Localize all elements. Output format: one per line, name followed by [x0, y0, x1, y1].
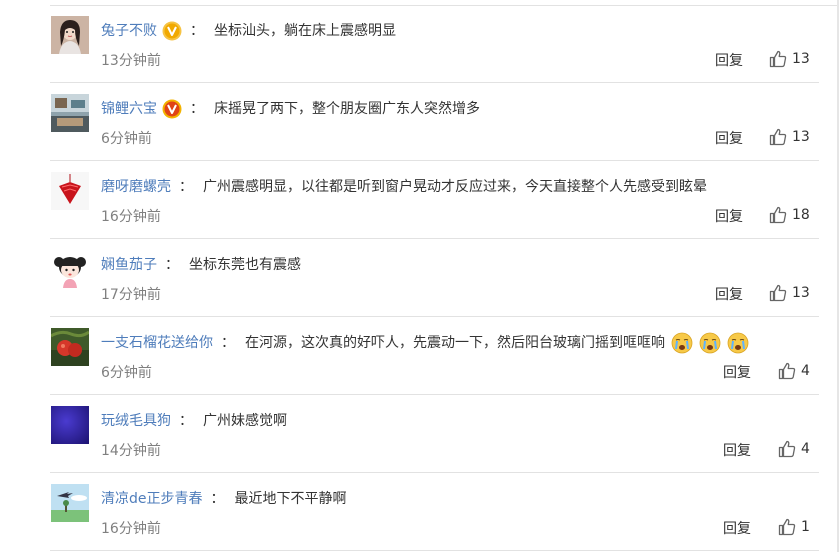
colon-separator: ：	[179, 413, 193, 429]
like-button[interactable]: 1	[778, 518, 810, 536]
colon-separator: ：	[190, 23, 204, 39]
like-button[interactable]: 4	[778, 362, 810, 380]
reply-button[interactable]: 回复	[723, 519, 751, 539]
verified-badge-icon[interactable]	[162, 99, 182, 119]
reply-button[interactable]: 回复	[723, 363, 751, 383]
like-button[interactable]: 13	[769, 50, 810, 68]
username-link[interactable]: 锦鲤六宝	[101, 98, 157, 120]
comment-line: 磨呀磨螺壳 ： 广州震感明显，以往都是听到窗户晃动才反应过来，今天直接整个人先感…	[101, 176, 707, 198]
crying-emoji-icon	[671, 332, 693, 354]
timestamp: 17分钟前	[101, 287, 161, 303]
reply-button[interactable]: 回复	[715, 207, 743, 227]
comment-line: 锦鲤六宝 ： 床摇晃了两下，整个朋友圈广东人突然增多	[101, 98, 480, 120]
colon-separator: ：	[210, 491, 225, 507]
timestamp: 14分钟前	[101, 443, 161, 459]
like-button[interactable]: 13	[769, 284, 810, 302]
timestamp: 13分钟前	[101, 53, 161, 69]
like-button[interactable]: 4	[778, 440, 810, 458]
avatar-room-icon[interactable]	[51, 94, 89, 132]
comment-line: 娴鱼茄子 ： 坐标东莞也有震感	[101, 254, 301, 276]
like-count: 4	[801, 363, 810, 379]
like-count: 13	[792, 51, 810, 67]
thumbs-up-icon	[769, 128, 787, 146]
like-count: 13	[792, 129, 810, 145]
comment-item: 玩绒毛具狗 ： 广州妹感觉啊 14分钟前 回复 4	[50, 395, 819, 473]
comment-item: 一支石榴花送给你 ： 在河源，这次真的好吓人，先震动一下，然后阳台玻璃门摇到哐哐…	[50, 317, 819, 395]
comment-item: 磨呀磨螺壳 ： 广州震感明显，以往都是听到窗户晃动才反应过来，今天直接整个人先感…	[50, 161, 819, 239]
avatar-purple-icon[interactable]	[51, 406, 89, 444]
comment-text: 广州震感明显，以往都是听到窗户晃动才反应过来，今天直接整个人先感受到眩晕	[203, 179, 707, 195]
username-link[interactable]: 一支石榴花送给你	[101, 332, 213, 354]
like-button[interactable]: 13	[769, 128, 810, 146]
avatar-sky-plane-icon[interactable]	[51, 484, 89, 522]
like-count: 4	[801, 441, 810, 457]
timestamp: 16分钟前	[101, 521, 161, 537]
comment-text: 最近地下不平静啊	[234, 491, 347, 507]
like-count: 1	[801, 519, 810, 535]
thumbs-up-icon	[778, 440, 796, 458]
comment-text: 广州妹感觉啊	[203, 413, 287, 429]
comment-line: 兔子不败 ： 坐标汕头，躺在床上震感明显	[101, 20, 396, 42]
avatar-red-ornament-icon[interactable]	[51, 172, 89, 210]
comment-item: 清凉de正步青春 ： 最近地下不平静啊 16分钟前 回复 1	[50, 473, 819, 551]
timestamp: 16分钟前	[101, 209, 161, 225]
colon-separator: ：	[190, 101, 204, 117]
thumbs-up-icon	[778, 518, 796, 536]
comment-item: 锦鲤六宝 ： 床摇晃了两下，整个朋友圈广东人突然增多 6分钟前 回复 13	[50, 83, 819, 161]
colon-separator: ：	[179, 179, 193, 195]
reply-button[interactable]: 回复	[715, 51, 743, 71]
colon-separator: ：	[221, 335, 235, 351]
comment-line: 清凉de正步青春 ： 最近地下不平静啊	[101, 488, 347, 510]
timestamp: 6分钟前	[101, 131, 152, 147]
comment-text: 坐标汕头，躺在床上震感明显	[214, 23, 396, 39]
thumbs-up-icon	[769, 206, 787, 224]
like-button[interactable]: 18	[769, 206, 810, 224]
reply-button[interactable]: 回复	[715, 285, 743, 305]
comment-item: 兔子不败 ： 坐标汕头，躺在床上震感明显 13分钟前 回复 13	[50, 5, 819, 83]
crying-emoji-icon	[699, 332, 721, 354]
comment-text: 床摇晃了两下，整个朋友圈广东人突然增多	[214, 101, 480, 117]
reply-button[interactable]: 回复	[723, 441, 751, 461]
timestamp: 6分钟前	[101, 365, 152, 381]
colon-separator: ：	[165, 257, 179, 273]
reply-button[interactable]: 回复	[715, 129, 743, 149]
avatar-girl-icon[interactable]	[51, 16, 89, 54]
comment-line: 玩绒毛具狗 ： 广州妹感觉啊	[101, 410, 287, 432]
like-count: 18	[792, 207, 810, 223]
comment-text: 坐标东莞也有震感	[189, 257, 301, 273]
username-link[interactable]: 兔子不败	[101, 20, 157, 42]
avatar-cartoon-girl-icon[interactable]	[51, 250, 89, 288]
thumbs-up-icon	[769, 284, 787, 302]
avatar-pomegranate-icon[interactable]	[51, 328, 89, 366]
username-link[interactable]: 玩绒毛具狗	[101, 410, 171, 432]
crying-emoji-icon	[727, 332, 749, 354]
like-count: 13	[792, 285, 810, 301]
verified-badge-icon[interactable]	[162, 21, 182, 41]
username-link[interactable]: 娴鱼茄子	[101, 254, 157, 276]
username-link[interactable]: 清凉de正步青春	[101, 488, 203, 510]
comment-line: 一支石榴花送给你 ： 在河源，这次真的好吓人，先震动一下，然后阳台玻璃门摇到哐哐…	[101, 332, 749, 354]
comment-item: 娴鱼茄子 ： 坐标东莞也有震感 17分钟前 回复 13	[50, 239, 819, 317]
username-link[interactable]: 磨呀磨螺壳	[101, 176, 171, 198]
thumbs-up-icon	[769, 50, 787, 68]
comment-text: 在河源，这次真的好吓人，先震动一下，然后阳台玻璃门摇到哐哐响	[245, 335, 665, 351]
thumbs-up-icon	[778, 362, 796, 380]
